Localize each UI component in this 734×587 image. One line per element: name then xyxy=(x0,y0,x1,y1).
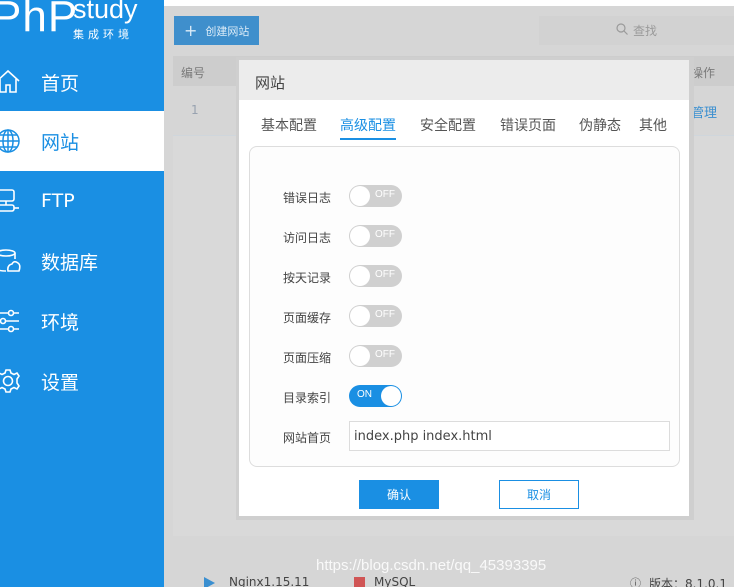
top-strip xyxy=(164,0,734,6)
sidebar: PhP study 集成环境 首页 网站 FTP 数据库 环境 设置 xyxy=(0,0,164,587)
ftp-icon xyxy=(0,187,22,215)
dialog-tabs: 基本配置 高级配置 安全配置 错误页面 伪静态 其他 xyxy=(239,100,689,144)
toggle-state: ON xyxy=(357,389,372,400)
gear-icon xyxy=(0,367,22,395)
sidebar-item-label: 首页 xyxy=(41,72,80,95)
toggle-state: OFF xyxy=(375,269,395,280)
setting-label-page-compress: 页面压缩 xyxy=(283,351,332,365)
logo-php-text: PhP xyxy=(0,0,79,41)
info-icon: ⓘ xyxy=(630,577,641,587)
globe-icon xyxy=(0,127,22,155)
column-header-actions: 操作 xyxy=(691,66,716,80)
sidebar-item-website[interactable]: 网站 xyxy=(0,111,164,171)
page-cache-toggle[interactable]: OFF xyxy=(349,305,402,327)
page-compress-toggle[interactable]: OFF xyxy=(349,345,402,367)
homepage-input[interactable] xyxy=(349,421,670,451)
toggle-state: OFF xyxy=(375,229,395,240)
cancel-button[interactable]: 取消 xyxy=(499,480,579,509)
setting-label-daily-log: 按天记录 xyxy=(283,271,332,285)
setting-label-homepage: 网站首页 xyxy=(283,431,332,445)
logo-subtitle: 集成环境 xyxy=(73,28,133,41)
nginx-status: Nginx1.15.11 xyxy=(229,575,310,587)
row-number: 1 xyxy=(191,103,199,117)
column-header-number: 编号 xyxy=(181,66,206,80)
create-website-label: 创建网站 xyxy=(205,24,250,38)
sidebar-item-label: 网站 xyxy=(41,131,80,154)
logo-study-text: study xyxy=(73,0,138,24)
create-website-button[interactable]: + 创建网站 xyxy=(174,16,259,45)
app-logo: PhP study 集成环境 xyxy=(0,0,164,50)
toggle-knob xyxy=(350,346,370,366)
toggle-state: OFF xyxy=(375,309,395,320)
sidebar-item-label: 环境 xyxy=(41,311,80,334)
tab-rewrite[interactable]: 伪静态 xyxy=(579,115,621,138)
tab-other[interactable]: 其他 xyxy=(639,115,667,138)
toggle-state: OFF xyxy=(375,189,395,200)
error-log-toggle[interactable]: OFF xyxy=(349,185,402,207)
sidebar-item-label: 数据库 xyxy=(41,251,99,274)
sliders-icon xyxy=(0,307,22,335)
confirm-button[interactable]: 确认 xyxy=(359,480,439,509)
sidebar-item-settings[interactable]: 设置 xyxy=(0,351,164,411)
access-log-toggle[interactable]: OFF xyxy=(349,225,402,247)
toggle-state: OFF xyxy=(375,349,395,360)
mysql-status: MySQL xyxy=(374,575,416,587)
setting-label-error-log: 错误日志 xyxy=(283,191,332,205)
sidebar-item-label: FTP xyxy=(41,190,75,212)
toggle-knob xyxy=(381,386,401,406)
toggle-knob xyxy=(350,226,370,246)
daily-log-toggle[interactable]: OFF xyxy=(349,265,402,287)
sidebar-item-label: 设置 xyxy=(41,371,80,394)
tab-security-config[interactable]: 安全配置 xyxy=(420,115,476,138)
toggle-knob xyxy=(350,266,370,286)
plus-icon: + xyxy=(184,20,198,40)
tab-error-pages[interactable]: 错误页面 xyxy=(500,115,556,138)
home-icon xyxy=(0,68,22,96)
search-input[interactable]: 查找 xyxy=(539,16,734,45)
manage-link[interactable]: 管理 xyxy=(691,102,717,121)
directory-index-toggle[interactable]: ON xyxy=(349,385,402,407)
tab-advanced-config[interactable]: 高级配置 xyxy=(340,115,396,140)
sidebar-item-environment[interactable]: 环境 xyxy=(0,291,164,351)
play-icon[interactable] xyxy=(204,577,215,587)
sidebar-item-ftp[interactable]: FTP xyxy=(0,171,164,231)
database-icon xyxy=(0,247,22,275)
website-dialog: 网站 基本配置 高级配置 安全配置 错误页面 伪静态 其他 错误日志 OFF 访… xyxy=(239,60,689,516)
sidebar-item-home[interactable]: 首页 xyxy=(0,52,164,112)
watermark: https://blog.csdn.net/qq_45393395 xyxy=(316,557,547,574)
setting-label-access-log: 访问日志 xyxy=(283,231,332,245)
search-placeholder: 查找 xyxy=(632,24,657,38)
setting-label-directory-index: 目录索引 xyxy=(283,391,332,405)
sidebar-item-database[interactable]: 数据库 xyxy=(0,231,164,291)
dialog-title: 网站 xyxy=(255,74,286,92)
stop-icon[interactable] xyxy=(354,577,365,587)
advanced-settings-panel: 错误日志 OFF 访问日志 OFF 按天记录 OFF 页面缓存 OFF 页面压缩… xyxy=(249,146,680,467)
setting-label-page-cache: 页面缓存 xyxy=(283,311,332,325)
dialog-header: 网站 xyxy=(239,60,689,100)
toggle-knob xyxy=(350,186,370,206)
version-label: 版本：8.1.0.1 xyxy=(649,577,727,587)
tab-basic-config[interactable]: 基本配置 xyxy=(261,115,317,138)
toggle-knob xyxy=(350,306,370,326)
search-icon xyxy=(616,23,628,38)
